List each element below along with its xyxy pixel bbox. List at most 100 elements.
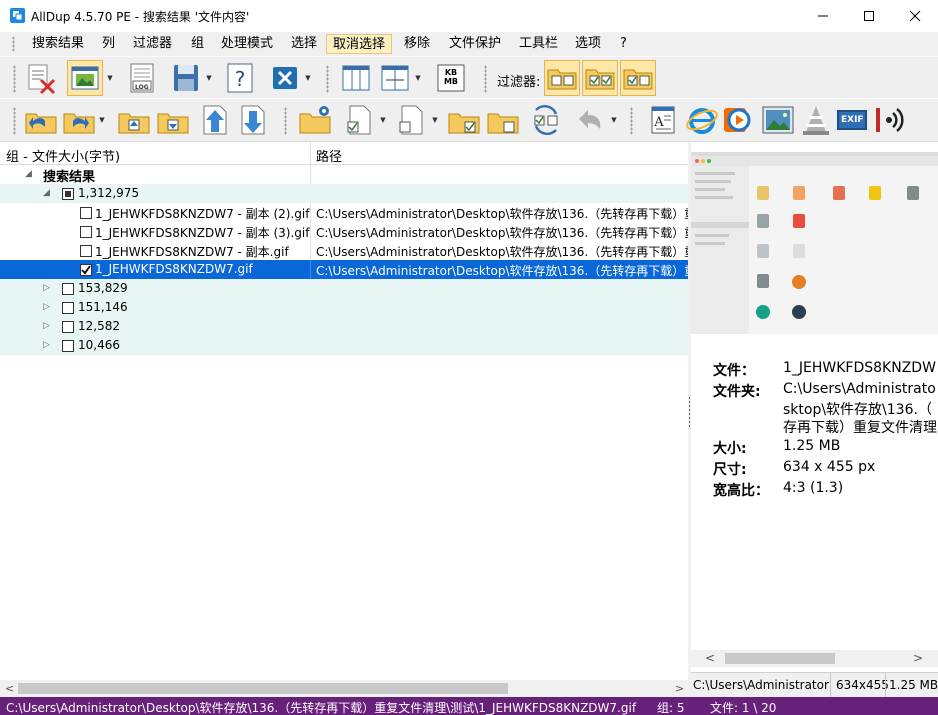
select-file-dropdown[interactable]: ▼ xyxy=(378,102,388,138)
open-browser-button[interactable] xyxy=(684,102,720,138)
filter-button-3[interactable] xyxy=(620,60,656,96)
file-row[interactable]: 1_JEHWKFDS8KNZDW7 - 副本.gif C:\Users\Admi… xyxy=(0,241,688,260)
menu-options[interactable]: 选项 xyxy=(569,34,607,54)
menu-columns[interactable]: 列 xyxy=(96,34,121,54)
open-text-editor-button[interactable]: A xyxy=(644,102,680,138)
save-dropdown[interactable]: ▼ xyxy=(204,60,214,96)
columns-layout-button[interactable] xyxy=(338,60,374,96)
alldup-window: AllDup 4.5.70 PE - 搜索结果 '文件内容' 搜索结果 列 过滤… xyxy=(0,0,938,715)
column-width-button[interactable] xyxy=(377,60,413,96)
collapse-arrow-icon[interactable]: ◢ xyxy=(25,169,32,179)
group-checkbox[interactable] xyxy=(62,340,74,352)
exif-label: EXIF xyxy=(841,115,864,125)
folder-settings-button[interactable] xyxy=(297,102,333,138)
column-header-path[interactable]: 路径 xyxy=(316,146,342,165)
group-checkbox[interactable] xyxy=(62,302,74,314)
group-row-collapsed[interactable]: ▷ 10,466 xyxy=(0,336,688,355)
scroll-right-arrow-icon[interactable]: > xyxy=(913,651,923,665)
group-checkbox[interactable] xyxy=(62,283,74,295)
menu-deselect[interactable]: 取消选择 xyxy=(326,34,393,54)
close-button[interactable] xyxy=(892,0,938,32)
group-checkbox-partial[interactable] xyxy=(62,188,74,200)
clear-results-button[interactable] xyxy=(23,60,59,96)
select-file-button[interactable] xyxy=(342,102,378,138)
save-button[interactable] xyxy=(168,60,204,96)
folder-up-button[interactable] xyxy=(116,102,152,138)
open-vlc-button[interactable] xyxy=(798,102,834,138)
file-checkbox[interactable] xyxy=(80,207,92,219)
expand-arrow-icon[interactable]: ▷ xyxy=(43,283,50,293)
deselect-folder-button[interactable] xyxy=(485,102,521,138)
file-row[interactable]: 1_JEHWKFDS8KNZDW7 - 副本 (3).gif C:\Users\… xyxy=(0,222,688,241)
menu-select[interactable]: 选择 xyxy=(285,34,323,54)
maximize-button[interactable] xyxy=(846,0,892,32)
file-checkbox[interactable] xyxy=(80,226,92,238)
file-checkbox-checked[interactable] xyxy=(80,264,92,276)
undo-dropdown[interactable]: ▼ xyxy=(609,102,619,138)
move-right-button[interactable] xyxy=(61,102,97,138)
collapse-arrow-icon[interactable]: ◢ xyxy=(43,188,50,198)
menu-search-results[interactable]: 搜索结果 xyxy=(26,34,90,54)
select-folder-button[interactable] xyxy=(446,102,482,138)
preview-pane-button[interactable] xyxy=(67,60,103,96)
column-header-group-size[interactable]: 组 - 文件大小(字节) xyxy=(6,146,120,165)
menu-processing-mode[interactable]: 处理模式 xyxy=(215,34,279,54)
invert-selection-button[interactable] xyxy=(528,102,564,138)
menu-remove[interactable]: 移除 xyxy=(398,34,436,54)
file-row[interactable]: 1_JEHWKFDS8KNZDW7 - 副本 (2).gif C:\Users\… xyxy=(0,203,688,222)
size-unit-button[interactable]: KB MB xyxy=(433,60,469,96)
menu-file-protection[interactable]: 文件保护 xyxy=(443,34,507,54)
menu-filter[interactable]: 过滤器 xyxy=(127,34,178,54)
open-audio-button[interactable] xyxy=(872,102,908,138)
folder-down-button[interactable] xyxy=(155,102,191,138)
menu-group[interactable]: 组 xyxy=(185,34,210,54)
menu-toolbar[interactable]: 工具栏 xyxy=(513,34,564,54)
group-row-expanded[interactable]: ◢ 1,312,975 xyxy=(0,184,688,203)
tree-root-row[interactable]: ◢ 搜索结果 xyxy=(0,165,688,185)
group-checkbox[interactable] xyxy=(62,321,74,333)
expand-arrow-icon[interactable]: ▷ xyxy=(43,340,50,350)
expand-arrow-icon[interactable]: ▷ xyxy=(43,302,50,312)
undo-button[interactable] xyxy=(573,102,609,138)
group-row-collapsed[interactable]: ▷ 153,829 xyxy=(0,279,688,298)
row-divider xyxy=(310,203,311,222)
group-row-collapsed[interactable]: ▷ 151,146 xyxy=(0,298,688,317)
aspect-ratio-label: 宽高比： xyxy=(713,483,769,499)
filter-button-1[interactable] xyxy=(544,60,580,96)
file-row-selected[interactable]: 1_JEHWKFDS8KNZDW7.gif C:\Users\Administr… xyxy=(0,260,688,279)
results-horizontal-scrollbar[interactable]: < > xyxy=(0,680,688,697)
help-button[interactable]: ? xyxy=(222,60,258,96)
open-image-viewer-button[interactable] xyxy=(760,102,796,138)
preview-dropdown[interactable]: ▼ xyxy=(105,60,115,96)
scrollbar-thumb[interactable] xyxy=(18,683,508,694)
deselect-file-dropdown[interactable]: ▼ xyxy=(430,102,440,138)
move-dropdown[interactable]: ▼ xyxy=(97,102,107,138)
menu-help[interactable]: ? xyxy=(614,34,633,54)
scroll-left-arrow-icon[interactable]: < xyxy=(5,682,14,695)
move-left-button[interactable] xyxy=(23,102,59,138)
move-down-button[interactable] xyxy=(236,102,272,138)
expand-arrow-icon[interactable]: ▷ xyxy=(43,321,50,331)
tree-root-label: 搜索结果 xyxy=(43,170,96,185)
exif-button[interactable]: EXIF xyxy=(834,102,870,138)
file-checkbox[interactable] xyxy=(80,245,92,257)
column-separator[interactable] xyxy=(310,142,311,165)
file-path: C:\Users\Administrator\Desktop\软件存放\136.… xyxy=(316,245,688,259)
filter-button-2[interactable] xyxy=(582,60,618,96)
close-icon xyxy=(909,10,921,22)
open-media-player-button[interactable] xyxy=(719,102,755,138)
log-button[interactable]: LOG xyxy=(124,60,160,96)
scroll-left-arrow-icon[interactable]: < xyxy=(705,651,715,665)
folder-value-line2: sktop\软件存放\136.（ xyxy=(783,402,932,418)
scrollbar-thumb[interactable] xyxy=(725,653,835,664)
group-row-collapsed[interactable]: ▷ 12,582 xyxy=(0,317,688,336)
filter-label: 过滤器: xyxy=(497,75,541,90)
scroll-right-arrow-icon[interactable]: > xyxy=(675,682,684,695)
move-up-button[interactable] xyxy=(198,102,234,138)
preview-horizontal-scrollbar[interactable]: < > xyxy=(691,650,938,667)
minimize-button[interactable] xyxy=(800,0,846,32)
column-width-dropdown[interactable]: ▼ xyxy=(413,60,423,96)
deselect-file-button[interactable] xyxy=(394,102,430,138)
cancel-action-button[interactable] xyxy=(267,60,303,96)
cancel-dropdown[interactable]: ▼ xyxy=(303,60,313,96)
